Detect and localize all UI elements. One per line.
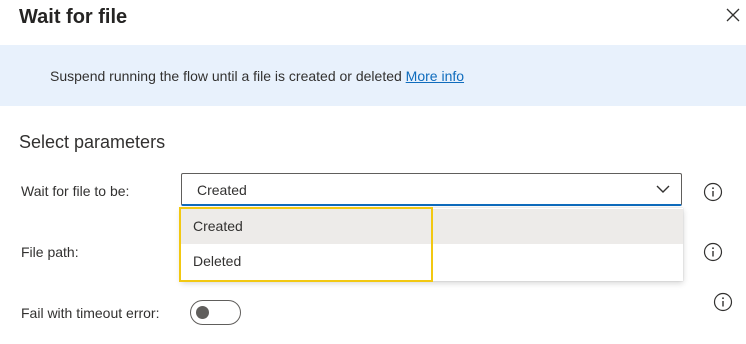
wait-for-label: Wait for file to be: xyxy=(21,183,130,199)
wait-for-file-dialog: Wait for file Suspend running the flow u… xyxy=(0,0,746,344)
close-button[interactable] xyxy=(722,4,744,26)
chevron-down-icon xyxy=(656,185,670,193)
info-banner: Suspend running the flow until a file is… xyxy=(0,45,746,106)
info-banner-text: Suspend running the flow until a file is… xyxy=(50,66,464,86)
info-icon[interactable] xyxy=(713,292,733,312)
more-info-link[interactable]: More info xyxy=(406,68,464,84)
wait-for-dropdown-menu: Created Deleted xyxy=(181,208,683,281)
section-title: Select parameters xyxy=(19,132,166,152)
dropdown-option-deleted[interactable]: Deleted xyxy=(181,244,683,279)
close-icon xyxy=(726,8,740,22)
file-path-label: File path: xyxy=(21,244,79,260)
wait-for-select[interactable]: Created xyxy=(181,173,682,206)
dropdown-option-created[interactable]: Created xyxy=(181,209,683,244)
timeout-toggle[interactable] xyxy=(190,300,241,325)
timeout-label: Fail with timeout error: xyxy=(21,305,160,321)
info-icon[interactable] xyxy=(703,242,723,262)
dialog-title: Wait for file xyxy=(19,6,128,28)
info-banner-message: Suspend running the flow until a file is… xyxy=(50,68,402,84)
wait-for-select-value: Created xyxy=(197,182,247,198)
info-icon[interactable] xyxy=(703,182,723,202)
toggle-knob xyxy=(196,306,209,319)
